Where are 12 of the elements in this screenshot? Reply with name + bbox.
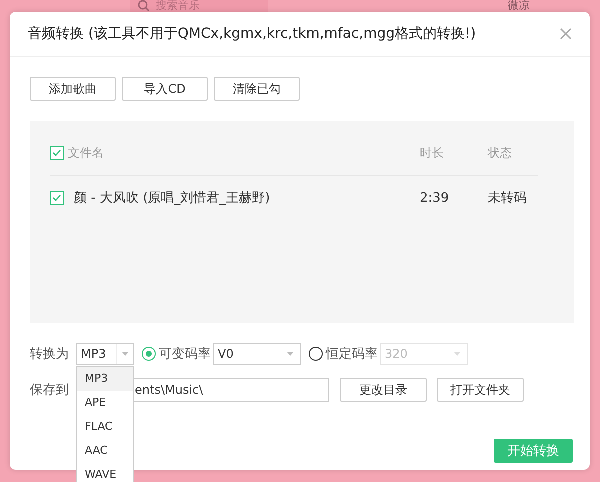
- save-label: 保存到: [30, 382, 70, 399]
- radio-label: 可变码率: [159, 346, 211, 363]
- file-name-cell-text: 颜 - 大风吹 (原唱_刘惜君_王赫野): [74, 190, 270, 207]
- status-cell-text: 未转码: [488, 190, 528, 207]
- dialog-title: 音频转换 (该工具不用于QMCx,kgmx,krc,tkm,mfac,mgg格式的转换!): [28, 25, 476, 43]
- column-header: 时长: [420, 144, 445, 162]
- radio-label: 恒定码率: [326, 346, 378, 363]
- format-label: 转换为: [30, 346, 70, 363]
- user-name: 微凉: [508, 0, 530, 12]
- column-header: 文件名: [68, 144, 104, 162]
- duration-cell-text: 2:39: [420, 190, 450, 206]
- column-header: 状态: [488, 144, 513, 162]
